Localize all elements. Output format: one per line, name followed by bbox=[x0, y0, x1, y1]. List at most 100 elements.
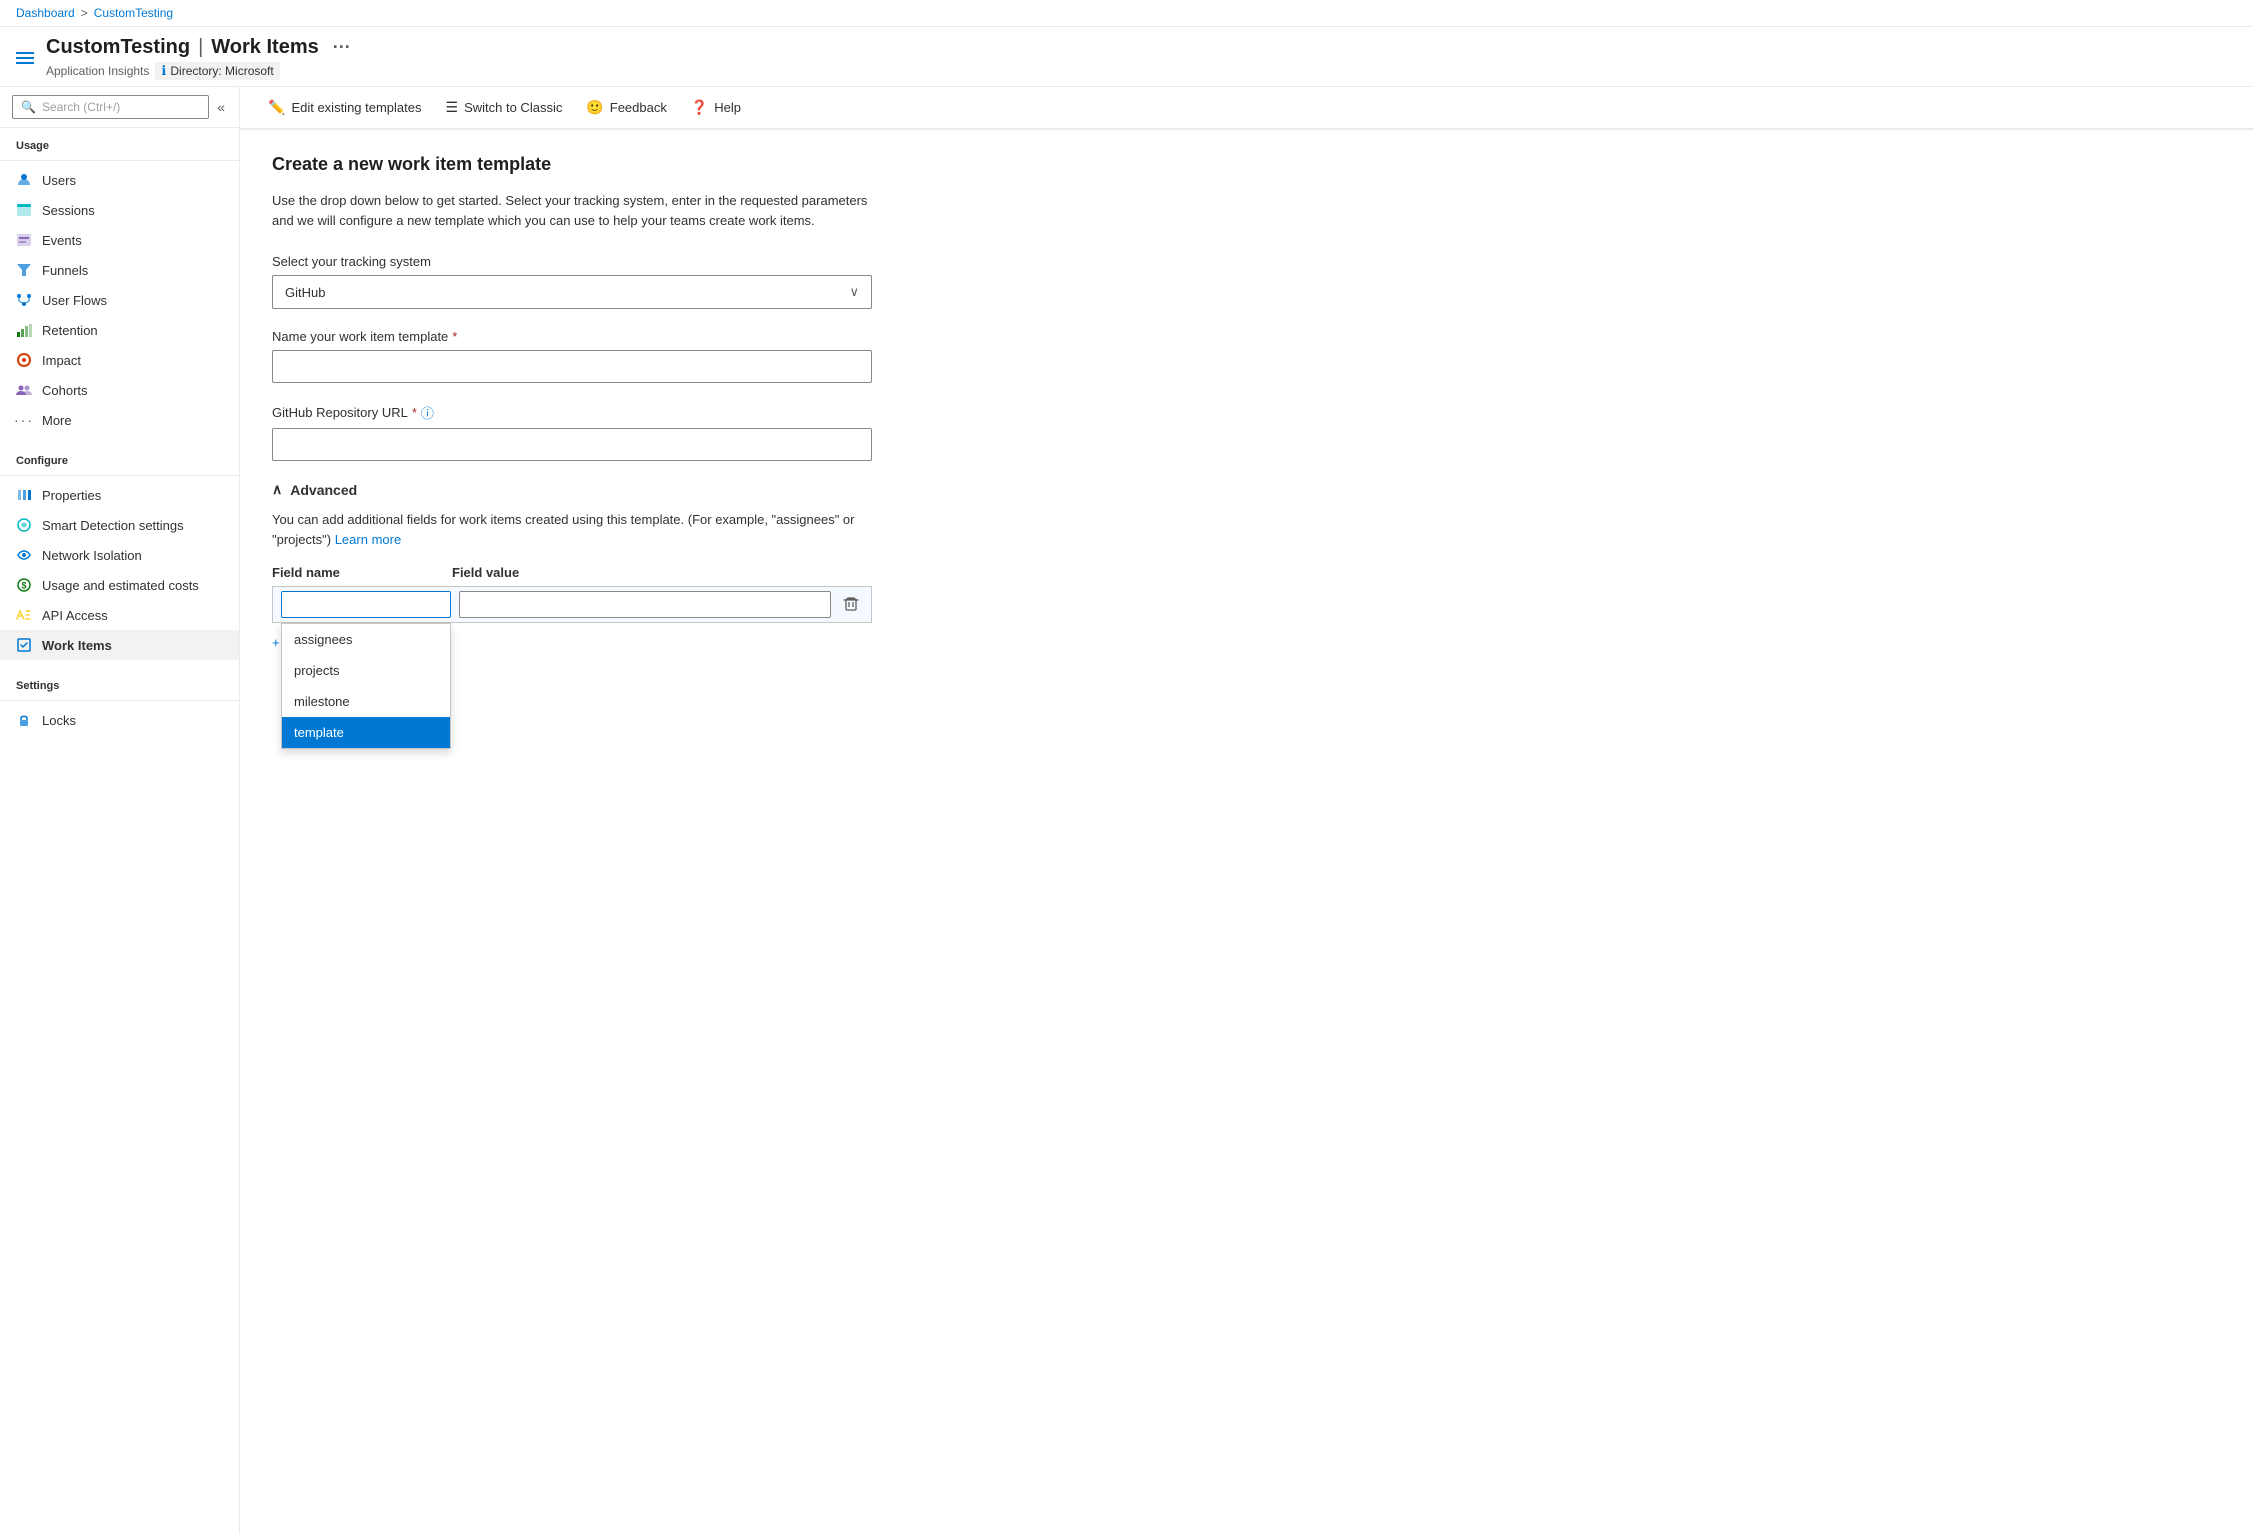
sidebar-item-more-label: More bbox=[42, 413, 72, 428]
smart-detection-icon bbox=[16, 517, 32, 533]
sidebar-item-api-access[interactable]: API Access bbox=[0, 600, 239, 630]
field-row: assignees projects milestone template bbox=[272, 586, 872, 623]
sidebar-item-smart-detection[interactable]: Smart Detection settings bbox=[0, 510, 239, 540]
field-value-input[interactable] bbox=[459, 591, 831, 618]
sessions-icon bbox=[16, 202, 32, 218]
suggestion-template[interactable]: template bbox=[282, 717, 450, 748]
sidebar-item-smart-detection-label: Smart Detection settings bbox=[42, 518, 184, 533]
sidebar-item-network-isolation-label: Network Isolation bbox=[42, 548, 142, 563]
sidebar-search-area: 🔍 Search (Ctrl+/) « bbox=[0, 87, 239, 128]
sidebar-item-events-label: Events bbox=[42, 233, 82, 248]
sidebar-item-user-flows-label: User Flows bbox=[42, 293, 107, 308]
usage-section-label: Usage bbox=[0, 128, 239, 156]
funnels-icon bbox=[16, 262, 32, 278]
switch-icon: ☰ bbox=[446, 99, 459, 116]
feedback-button[interactable]: 🙂 Feedback bbox=[574, 93, 679, 124]
sidebar-item-events[interactable]: Events bbox=[0, 225, 239, 255]
dropdown-arrow-icon: ∨ bbox=[849, 284, 859, 300]
suggestions-dropdown: assignees projects milestone template bbox=[281, 623, 451, 749]
sidebar-item-user-flows[interactable]: User Flows bbox=[0, 285, 239, 315]
sidebar-item-network-isolation[interactable]: Network Isolation bbox=[0, 540, 239, 570]
sidebar-item-cohorts-label: Cohorts bbox=[42, 383, 88, 398]
switch-classic-label: Switch to Classic bbox=[464, 100, 562, 115]
github-url-input[interactable] bbox=[272, 428, 872, 461]
breadcrumb-current[interactable]: CustomTesting bbox=[94, 6, 173, 20]
section-name: Work Items bbox=[211, 36, 318, 59]
tracking-system-dropdown[interactable]: GitHub ∨ bbox=[272, 275, 872, 309]
github-url-group: GitHub Repository URL * ⓘ bbox=[272, 403, 2221, 461]
tracking-system-value: GitHub bbox=[285, 285, 325, 300]
title-separator: | bbox=[198, 36, 203, 59]
sidebar-item-impact[interactable]: Impact bbox=[0, 345, 239, 375]
github-url-label: GitHub Repository URL * ⓘ bbox=[272, 403, 2221, 422]
template-name-label: Name your work item template * bbox=[272, 329, 2221, 344]
search-placeholder: Search (Ctrl+/) bbox=[42, 100, 120, 114]
help-icon: ❓ bbox=[691, 99, 708, 116]
suggestion-projects[interactable]: projects bbox=[282, 655, 450, 686]
field-name-input[interactable] bbox=[281, 591, 451, 618]
svg-text:$: $ bbox=[22, 581, 27, 591]
hamburger-menu[interactable] bbox=[16, 52, 34, 64]
template-name-input[interactable] bbox=[272, 350, 872, 383]
switch-classic-button[interactable]: ☰ Switch to Classic bbox=[434, 93, 575, 124]
sidebar-item-more[interactable]: ··· More bbox=[0, 405, 239, 435]
api-access-icon bbox=[16, 607, 32, 623]
fields-table: Field name Field value assignees project… bbox=[272, 565, 872, 623]
info-circle-icon: ⓘ bbox=[421, 403, 434, 422]
sidebar-item-locks-label: Locks bbox=[42, 713, 76, 728]
properties-icon bbox=[16, 487, 32, 503]
page-title-area: CustomTesting | Work Items ··· Applicati… bbox=[0, 27, 2253, 87]
search-icon: 🔍 bbox=[21, 100, 36, 114]
ellipsis-button[interactable]: ··· bbox=[327, 35, 357, 60]
sidebar-item-cohorts[interactable]: Cohorts bbox=[0, 375, 239, 405]
collapse-sidebar-button[interactable]: « bbox=[215, 97, 227, 117]
locks-icon bbox=[16, 712, 32, 728]
required-star-url: * bbox=[412, 405, 417, 420]
sidebar-item-properties[interactable]: Properties bbox=[0, 480, 239, 510]
usage-divider bbox=[0, 160, 239, 161]
configure-divider bbox=[0, 475, 239, 476]
sidebar-item-retention[interactable]: Retention bbox=[0, 315, 239, 345]
feedback-label: Feedback bbox=[610, 100, 667, 115]
required-star: * bbox=[452, 329, 457, 344]
sidebar-item-usage-costs[interactable]: $ Usage and estimated costs bbox=[0, 570, 239, 600]
sidebar-item-funnels[interactable]: Funnels bbox=[0, 255, 239, 285]
advanced-header[interactable]: ∧ Advanced bbox=[272, 481, 2221, 498]
form-title: Create a new work item template bbox=[272, 154, 2221, 175]
help-button[interactable]: ❓ Help bbox=[679, 93, 753, 124]
content-area: ✏️ Edit existing templates ☰ Switch to C… bbox=[240, 87, 2253, 1533]
template-name-group: Name your work item template * bbox=[272, 329, 2221, 383]
retention-icon bbox=[16, 322, 32, 338]
sidebar-item-work-items[interactable]: Work Items bbox=[0, 630, 239, 660]
network-isolation-icon bbox=[16, 547, 32, 563]
sidebar-item-sessions[interactable]: Sessions bbox=[0, 195, 239, 225]
info-icon: ℹ bbox=[161, 63, 166, 79]
breadcrumb-dashboard[interactable]: Dashboard bbox=[16, 6, 75, 20]
breadcrumb-separator: > bbox=[81, 6, 88, 20]
suggestion-assignees[interactable]: assignees bbox=[282, 624, 450, 655]
search-box[interactable]: 🔍 Search (Ctrl+/) bbox=[12, 95, 209, 119]
field-value-header: Field value bbox=[452, 565, 872, 580]
user-flows-icon bbox=[16, 292, 32, 308]
directory-badge: ℹ Directory: Microsoft bbox=[155, 62, 279, 80]
sidebar-item-locks[interactable]: Locks bbox=[0, 705, 239, 735]
sidebar-item-properties-label: Properties bbox=[42, 488, 101, 503]
work-items-icon bbox=[16, 637, 32, 653]
add-icon: + bbox=[272, 635, 280, 650]
sidebar-item-users[interactable]: Users bbox=[0, 165, 239, 195]
content-scroll: Create a new work item template Use the … bbox=[240, 130, 2253, 1533]
sidebar: 🔍 Search (Ctrl+/) « Usage Users Sessions bbox=[0, 87, 240, 1533]
chevron-up-icon: ∧ bbox=[272, 481, 282, 498]
more-icon: ··· bbox=[16, 412, 32, 428]
edit-templates-button[interactable]: ✏️ Edit existing templates bbox=[256, 93, 434, 124]
usage-costs-icon: $ bbox=[16, 577, 32, 593]
tracking-system-label: Select your tracking system bbox=[272, 254, 2221, 269]
learn-more-link[interactable]: Learn more bbox=[335, 532, 401, 547]
edit-icon: ✏️ bbox=[268, 99, 285, 116]
sidebar-item-users-label: Users bbox=[42, 173, 76, 188]
feedback-icon: 🙂 bbox=[586, 99, 603, 116]
suggestion-milestone[interactable]: milestone bbox=[282, 686, 450, 717]
app-name: CustomTesting bbox=[46, 36, 190, 59]
delete-row-button[interactable] bbox=[839, 594, 863, 616]
subtitle-appinsights: Application Insights bbox=[46, 64, 149, 78]
